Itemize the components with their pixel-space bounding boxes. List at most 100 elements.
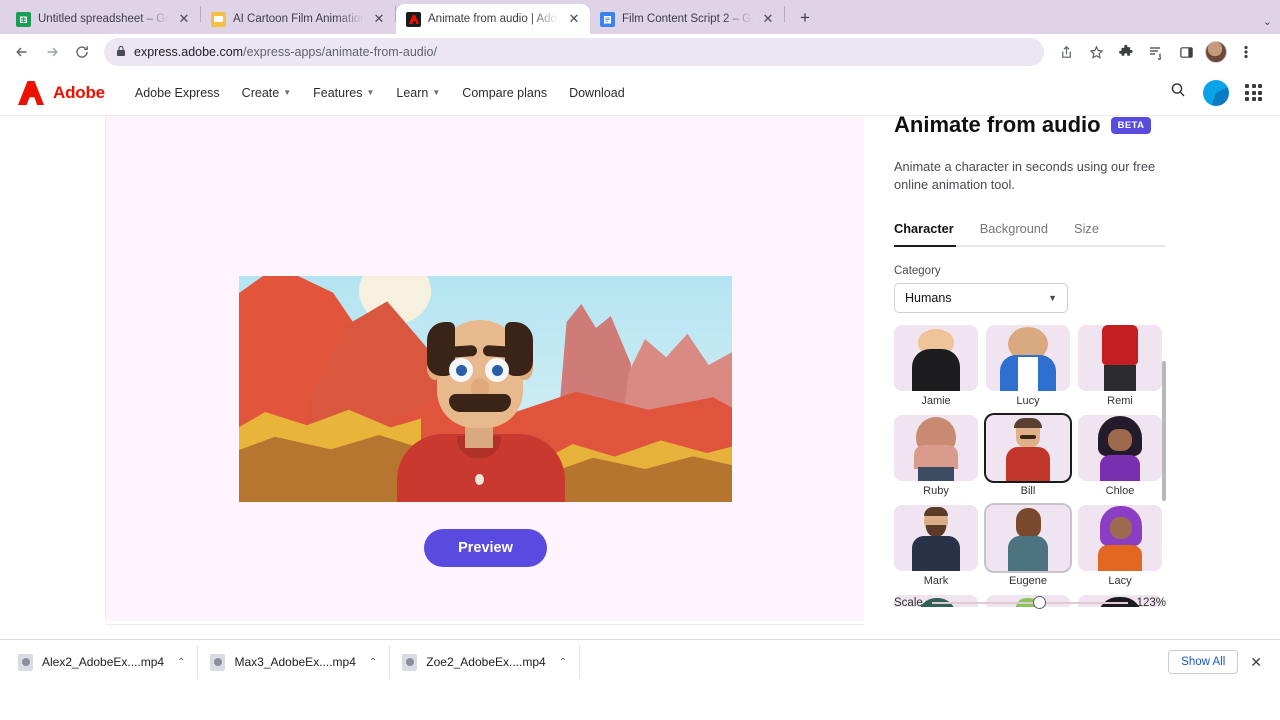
nav-label: Download [569, 85, 625, 100]
character-thumbnail [986, 415, 1070, 482]
download-item[interactable]: Max3_AdobeEx....mp4 ⌃ [198, 645, 391, 679]
character-card-lacy[interactable]: Lacy [1078, 505, 1162, 587]
side-panel-icon[interactable] [1172, 38, 1200, 66]
share-icon[interactable] [1052, 38, 1080, 66]
adobe-logo[interactable]: Adobe [18, 80, 105, 105]
tab-close-icon[interactable]: ✕ [176, 11, 192, 27]
tab-character[interactable]: Character [894, 221, 954, 245]
scale-value: 123% [1136, 597, 1166, 609]
scale-label: Scale [894, 597, 923, 609]
user-avatar[interactable] [1203, 79, 1229, 106]
character-card-ruby[interactable]: Ruby [894, 415, 978, 497]
adobe-site-header: Adobe Adobe Express Create ▼ Features ▼ … [0, 70, 1280, 116]
browser-tab[interactable]: Film Content Script 2 – Google ✕ [590, 4, 784, 34]
slider-track [931, 602, 1128, 604]
character-card-jamie[interactable]: Jamie [894, 325, 978, 407]
character-name: Chloe [1105, 485, 1135, 498]
avatar-art [914, 445, 958, 470]
browser-tab[interactable]: AI Cartoon Film Animation – Go ✕ [201, 4, 395, 34]
chevron-down-icon: ▼ [1048, 293, 1057, 304]
tab-strip: Untitled spreadsheet – Google ✕ AI Carto… [0, 0, 1280, 34]
main-nav: Adobe Express Create ▼ Features ▼ Learn … [135, 86, 625, 100]
nav-item-adobe-express[interactable]: Adobe Express [135, 86, 220, 100]
video-file-icon [18, 653, 33, 671]
download-item[interactable]: Zoe2_AdobeEx....mp4 ⌃ [390, 645, 581, 679]
nav-label: Features [313, 85, 363, 100]
nav-label: Create [241, 85, 280, 100]
character-grid: Jamie Lucy Remi Ruby Bill Chloe Mark Eug… [894, 325, 1166, 608]
avatar[interactable] [1205, 41, 1227, 63]
search-icon[interactable] [1169, 81, 1187, 104]
tab-title: AI Cartoon Film Animation – Go [233, 13, 364, 25]
chevron-up-icon[interactable]: ⌃ [177, 657, 185, 668]
scale-slider[interactable] [931, 596, 1128, 610]
character-card-chloe[interactable]: Chloe [1078, 415, 1162, 497]
forward-arrow-icon[interactable] [38, 38, 66, 66]
character-name: Mark [923, 575, 949, 588]
slider-handle[interactable] [1033, 596, 1047, 609]
video-file-icon [402, 653, 418, 671]
bookmark-star-icon[interactable] [1082, 38, 1110, 66]
new-tab-button[interactable]: + [791, 4, 819, 32]
nav-item-download[interactable]: Download [569, 86, 625, 100]
avatar-art [912, 349, 960, 392]
browser-tab-active[interactable]: Animate from audio | Adobe Ex ✕ [396, 4, 590, 34]
nav-item-compare-plans[interactable]: Compare plans [462, 86, 547, 100]
reload-icon[interactable] [68, 38, 96, 66]
tab-close-icon[interactable]: ✕ [566, 11, 582, 27]
panel-header: Animate from audio BETA [894, 116, 1250, 140]
profile-avatar-icon[interactable] [1202, 38, 1230, 66]
chevron-down-icon[interactable]: ⌄ [1263, 15, 1272, 28]
show-all-downloads-button[interactable]: Show All [1168, 650, 1239, 674]
preview-button[interactable]: Preview [424, 529, 547, 567]
chevron-down-icon: ▼ [283, 88, 292, 97]
character-card-eugene[interactable]: Eugene [986, 505, 1070, 587]
avatar-art [1016, 508, 1041, 539]
character-name: Eugene [1009, 575, 1047, 588]
character-grid-scrollbar[interactable] [1162, 361, 1166, 502]
animation-preview[interactable] [239, 276, 732, 502]
shelf-actions: Show All ✕ [1168, 650, 1274, 674]
tab-title: Untitled spreadsheet – Google [38, 13, 169, 25]
avatar-art [1102, 325, 1138, 366]
tab-background[interactable]: Background [980, 221, 1048, 245]
browser-tab[interactable]: Untitled spreadsheet – Google ✕ [6, 4, 200, 34]
panel-tabs: Character Background Size [894, 221, 1250, 245]
three-dot-menu-icon[interactable] [1232, 38, 1260, 66]
avatar-art [1006, 447, 1050, 482]
character-name: Lacy [1108, 575, 1132, 588]
character-card-bill[interactable]: Bill [986, 415, 1070, 497]
back-arrow-icon[interactable] [8, 38, 36, 66]
nav-label: Compare plans [462, 85, 548, 100]
tab-size[interactable]: Size [1074, 221, 1099, 245]
nav-label: Adobe Express [134, 85, 220, 100]
chevron-up-icon[interactable]: ⌃ [369, 657, 377, 668]
character-card-mark[interactable]: Mark [894, 505, 978, 587]
extensions-puzzle-icon[interactable] [1112, 38, 1140, 66]
lock-icon [116, 45, 126, 60]
close-shelf-icon[interactable]: ✕ [1250, 654, 1262, 671]
character-card-lucy[interactable]: Lucy [986, 325, 1070, 407]
character-eyebrow-right [482, 344, 516, 359]
category-select[interactable]: Humans ▼ [894, 283, 1068, 314]
nav-item-features[interactable]: Features ▼ [313, 86, 374, 100]
scale-control: Scale 123% [894, 596, 1166, 610]
nav-label: Learn [396, 85, 429, 100]
character-card-remi[interactable]: Remi [1078, 325, 1162, 407]
panel-description: Animate a character in seconds using our… [894, 159, 1156, 192]
tab-close-icon[interactable]: ✕ [760, 11, 776, 27]
download-shelf: Alex2_AdobeEx....mp4 ⌃ Max3_AdobeEx....m… [0, 639, 1280, 684]
tab-close-icon[interactable]: ✕ [371, 11, 387, 27]
page-title: Animate from audio [894, 116, 1101, 137]
tabs-underline [894, 245, 1166, 248]
app-grid-icon[interactable] [1245, 84, 1262, 101]
address-bar[interactable]: express.adobe.com/express-apps/animate-f… [104, 38, 1044, 66]
nav-item-learn[interactable]: Learn ▼ [396, 86, 440, 100]
window-controls[interactable]: ⌄ [1263, 15, 1280, 28]
download-item[interactable]: Alex2_AdobeEx....mp4 ⌃ [6, 645, 199, 679]
character-thumbnail [894, 505, 978, 572]
nav-item-create[interactable]: Create ▼ [242, 86, 291, 100]
avatar-art [1104, 365, 1136, 392]
chevron-up-icon[interactable]: ⌃ [559, 657, 567, 668]
reading-list-icon[interactable] [1142, 38, 1170, 66]
